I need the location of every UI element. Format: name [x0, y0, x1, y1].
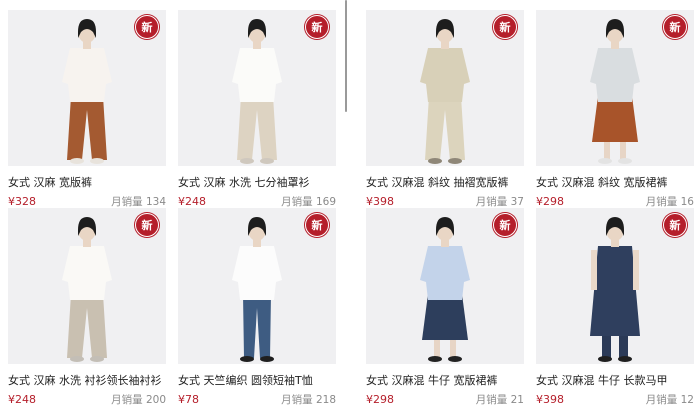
product-card[interactable]: 新 女式 汉麻混 牛仔 宽版裙裤 ¥298 月销量 21 [366, 208, 524, 407]
sales-label: 月销量 [111, 394, 143, 406]
product-meta: ¥248 月销量 169 [178, 194, 336, 209]
product-meta: ¥298 月销量 16 [536, 194, 694, 209]
product-card[interactable]: 新 女式 汉麻 宽版裤 ¥328 月销量 134 [8, 10, 166, 209]
product-price: ¥248 [178, 195, 206, 208]
product-name[interactable]: 女式 汉麻混 牛仔 长款马甲 [536, 374, 694, 388]
product-card[interactable]: 新 女式 汉麻 水洗 七分袖罩衫 ¥248 月销量 169 [178, 10, 336, 209]
monthly-sales: 月销量 200 [111, 392, 166, 407]
product-name[interactable]: 女式 汉麻混 斜纹 抽褶宽版裤 [366, 176, 524, 190]
scrollbar[interactable] [345, 0, 347, 112]
product-card[interactable]: 新 女式 汉麻混 斜纹 宽版裙裤 ¥298 月销量 16 [536, 10, 694, 209]
sales-count: 21 [510, 394, 524, 406]
monthly-sales: 月销量 16 [646, 194, 694, 209]
monthly-sales: 月销量 169 [281, 194, 336, 209]
new-badge: 新 [493, 213, 517, 237]
sales-count: 37 [510, 196, 524, 208]
sales-label: 月销量 [111, 196, 143, 208]
new-badge: 新 [305, 213, 329, 237]
new-badge: 新 [663, 213, 687, 237]
new-badge: 新 [663, 15, 687, 39]
product-card[interactable]: 新 女式 汉麻混 斜纹 抽褶宽版裤 ¥398 月销量 37 [366, 10, 524, 209]
product-meta: ¥298 月销量 21 [366, 392, 524, 407]
product-price: ¥248 [8, 393, 36, 406]
new-badge: 新 [135, 213, 159, 237]
product-image[interactable]: 新 [178, 10, 336, 166]
sales-count: 218 [315, 394, 336, 406]
sales-count: 134 [145, 196, 166, 208]
sales-label: 月销量 [281, 196, 313, 208]
product-meta: ¥248 月销量 200 [8, 392, 166, 407]
product-image[interactable]: 新 [178, 208, 336, 364]
product-image[interactable]: 新 [366, 10, 524, 166]
product-price: ¥398 [536, 393, 564, 406]
new-badge: 新 [135, 15, 159, 39]
product-card[interactable]: 新 女式 汉麻 水洗 衬衫领长袖衬衫 ¥248 月销量 200 [8, 208, 166, 407]
monthly-sales: 月销量 37 [476, 194, 524, 209]
product-price: ¥78 [178, 393, 199, 406]
sales-label: 月销量 [645, 394, 678, 406]
product-name[interactable]: 女式 汉麻 水洗 七分袖罩衫 [178, 176, 336, 190]
monthly-sales: 月销量 21 [476, 392, 524, 407]
sales-count: 12 [680, 394, 694, 406]
sales-label: 月销量 [475, 394, 508, 406]
sales-label: 月销量 [475, 196, 508, 208]
monthly-sales: 月销量 12 [646, 392, 694, 407]
product-price: ¥328 [8, 195, 36, 208]
product-name[interactable]: 女式 汉麻 水洗 衬衫领长袖衬衫 [8, 374, 166, 388]
product-image[interactable]: 新 [366, 208, 524, 364]
product-image[interactable]: 新 [536, 10, 694, 166]
product-image[interactable]: 新 [8, 208, 166, 364]
product-meta: ¥398 月销量 37 [366, 194, 524, 209]
product-card[interactable]: 新 女式 汉麻混 牛仔 长款马甲 ¥398 月销量 12 [536, 208, 694, 407]
product-name[interactable]: 女式 天竺编织 圆领短袖T恤 [178, 374, 336, 388]
product-price: ¥398 [366, 195, 394, 208]
product-card[interactable]: 新 女式 天竺编织 圆领短袖T恤 ¥78 月销量 218 [178, 208, 336, 407]
product-image[interactable]: 新 [536, 208, 694, 364]
new-badge: 新 [493, 15, 517, 39]
sales-label: 月销量 [645, 196, 678, 208]
sales-count: 16 [680, 196, 694, 208]
product-price: ¥298 [536, 195, 564, 208]
new-badge: 新 [305, 15, 329, 39]
product-meta: ¥328 月销量 134 [8, 194, 166, 209]
sales-count: 200 [145, 394, 166, 406]
product-image[interactable]: 新 [8, 10, 166, 166]
product-price: ¥298 [366, 393, 394, 406]
monthly-sales: 月销量 218 [281, 392, 336, 407]
product-meta: ¥78 月销量 218 [178, 392, 336, 407]
product-name[interactable]: 女式 汉麻 宽版裤 [8, 176, 166, 190]
product-meta: ¥398 月销量 12 [536, 392, 694, 407]
product-name[interactable]: 女式 汉麻混 牛仔 宽版裙裤 [366, 374, 524, 388]
product-name[interactable]: 女式 汉麻混 斜纹 宽版裙裤 [536, 176, 694, 190]
monthly-sales: 月销量 134 [111, 194, 166, 209]
sales-count: 169 [315, 196, 336, 208]
sales-label: 月销量 [281, 394, 313, 406]
